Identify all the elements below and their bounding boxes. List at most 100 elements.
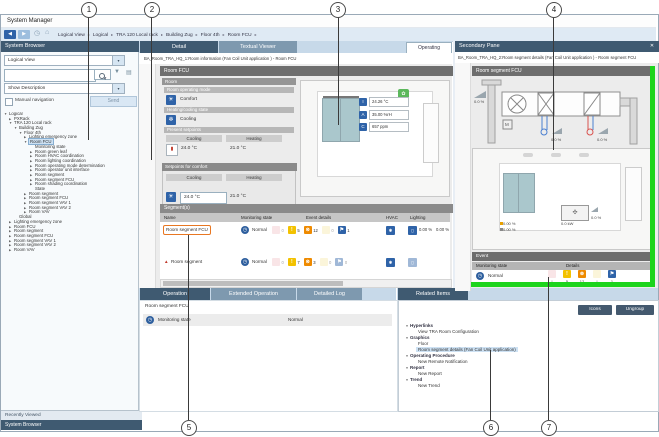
view-selector-dropdown-icon[interactable]: ▾ — [112, 55, 125, 66]
breadcrumb-item[interactable]: Room FCU▸ — [228, 33, 260, 38]
highlight-frame-bottom — [471, 282, 655, 287]
callout-7: 7 — [541, 420, 557, 436]
heating-cooling-section: Heating/cooling state — [164, 107, 294, 113]
grid-icon[interactable] — [456, 186, 470, 198]
pan-icon[interactable] — [140, 163, 154, 175]
fan-speed-label: 0.0 % — [591, 215, 601, 220]
col-monitoring-state: Monitoring state — [241, 213, 272, 222]
lighting-icon: ▯ — [408, 226, 417, 235]
zoom-out-icon[interactable] — [456, 126, 470, 138]
pan-icon[interactable] — [456, 162, 470, 174]
system-browser-header: System Browser — [1, 41, 142, 52]
tab-textual-viewer[interactable]: Textual Viewer — [219, 41, 297, 53]
close-icon[interactable]: ✕ — [647, 41, 657, 52]
comfort-cooling-column: Cooling — [166, 174, 222, 181]
search-input[interactable] — [4, 69, 96, 82]
previous-view-icon[interactable] — [456, 102, 470, 114]
layers-icon[interactable] — [140, 199, 154, 211]
filter-icon[interactable]: ▼ — [114, 69, 120, 75]
humidity-reading: A35.00 %rH — [359, 110, 409, 120]
event-indicator: ⊗3 — [304, 258, 316, 266]
breadcrumb-item[interactable]: Floor 4th▸ — [201, 33, 228, 38]
callout-2: 2 — [144, 2, 160, 18]
breadcrumb-item[interactable]: Logical▸ — [93, 33, 116, 38]
back-button[interactable]: ◀ — [4, 30, 16, 39]
segments-scrollbar[interactable] — [160, 279, 452, 288]
operation-monitoring-value: Normal — [288, 317, 303, 322]
history-icon[interactable]: ◷ — [34, 29, 40, 37]
segment-row-name[interactable]: Room segment FCU — [163, 225, 211, 235]
zoom-in-icon[interactable] — [456, 114, 470, 126]
breadcrumb-item[interactable]: Building Zug▸ — [166, 33, 201, 38]
comfort-heating-column: Heating — [226, 174, 282, 181]
col-event-details: Event details — [306, 213, 331, 222]
select-icon[interactable] — [456, 174, 470, 186]
search-button[interactable]: ▾ — [94, 69, 111, 80]
description-selector-dropdown-icon[interactable]: ▾ — [112, 83, 125, 94]
damper-position-label: 0.0 % — [474, 99, 484, 104]
zoom-selection-icon[interactable] — [456, 150, 470, 162]
print-icon[interactable] — [456, 210, 470, 222]
export-icon[interactable] — [456, 222, 470, 234]
event-indicator: ⚑1 — [338, 226, 350, 234]
tab-extended-operation[interactable]: Extended Operation — [211, 288, 296, 300]
lighting-value-1: 0.00 % — [419, 227, 432, 232]
tab-operation[interactable]: Operation — [140, 288, 210, 300]
zoom-level[interactable] — [456, 138, 470, 150]
thermometer-icon: ▮ — [166, 144, 178, 156]
home-view-icon[interactable] — [456, 78, 470, 90]
ceiling-light-icon — [579, 153, 589, 157]
print-icon[interactable] — [140, 211, 154, 223]
tab-detailed-log[interactable]: Detailed Log — [297, 288, 362, 300]
operating-mode-section: Room operating mode — [164, 87, 294, 93]
secondary-pane-header: Secondary Pane — [455, 41, 659, 52]
system-browser-bottom-tab[interactable]: System Browser — [1, 420, 142, 430]
present-setpoints-section: Present setpoints — [164, 127, 294, 133]
event-state-value: Normal — [488, 273, 503, 278]
save-filter-icon[interactable]: ▤ — [126, 69, 132, 76]
event-indicator: 0 — [320, 258, 332, 266]
manual-navigation-checkbox[interactable] — [5, 98, 13, 106]
event-indicator: !7 — [288, 258, 300, 266]
ceiling-light-icon — [523, 153, 533, 157]
segment-row-state: Normal — [252, 227, 267, 232]
view-selector[interactable]: Logical View — [4, 55, 115, 66]
room-3d-graphic: ✿ I24.26 °CA35.00 %rHC657 ppm — [300, 80, 450, 197]
segment-row-events: 0!7⊗30⚑0 — [272, 258, 351, 266]
manual-navigation-label: Manual navigation — [15, 97, 54, 105]
secondary-graphics-toolbar — [455, 63, 471, 291]
callout-line-4 — [553, 16, 554, 150]
export-icon[interactable] — [140, 223, 154, 235]
edit-icon[interactable] — [456, 66, 470, 78]
next-view-icon[interactable] — [456, 90, 470, 102]
forward-button[interactable]: ▶ — [18, 30, 30, 39]
col-lighting: Lighting — [410, 213, 425, 222]
segment-row-name[interactable]: Room segment — [171, 259, 202, 264]
room-window — [322, 98, 360, 142]
breadcrumb-item[interactable]: TRA 120 Local rack▸ — [116, 33, 166, 38]
grid-icon[interactable] — [140, 187, 154, 199]
callout-line-6 — [490, 350, 491, 420]
callout-4: 4 — [546, 2, 562, 18]
select-icon[interactable] — [140, 175, 154, 187]
icons-button[interactable]: Icons — [578, 305, 612, 315]
fcu-power-label: 0.0 kW — [561, 221, 573, 226]
heating-valve-label: 0.0 % — [597, 137, 607, 142]
cooling-column-header: Cooling — [166, 135, 222, 142]
lighting-value-2: 0.00 % — [436, 227, 449, 232]
comfort-icon: ☀ — [166, 95, 176, 105]
layers-icon[interactable] — [456, 198, 470, 210]
tree-item[interactable]: ▶Room VAV — [2, 248, 136, 253]
home-icon[interactable]: ⌂ — [45, 29, 49, 36]
event-indicator: !5 — [288, 226, 300, 234]
ungroup-button[interactable]: Ungroup — [616, 305, 654, 315]
room-fcu-header: Room FCU — [160, 66, 454, 76]
description-selector[interactable]: Show Description — [4, 83, 115, 94]
send-button[interactable]: Send — [90, 96, 137, 107]
segments-column-row — [160, 213, 450, 222]
hvac-icon: ✱ — [386, 226, 395, 235]
scrollbar-thumb[interactable] — [163, 281, 343, 286]
comfort-cooling-setpoint-field[interactable]: 24.0 °C — [180, 192, 227, 204]
comfort-heating-setpoint: 21.0 °C — [230, 194, 246, 199]
related-item[interactable]: New Trend — [404, 380, 652, 386]
